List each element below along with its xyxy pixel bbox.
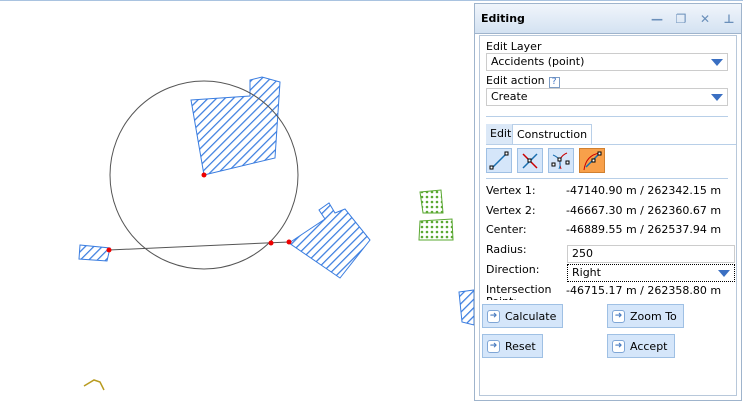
vertex-points <box>106 172 292 253</box>
circle-line-tool-button[interactable] <box>579 148 605 173</box>
pin-icon[interactable]: ⊥ <box>717 12 741 26</box>
reset-button[interactable]: ➜ Reset <box>482 334 543 358</box>
line-tool-button[interactable] <box>486 148 512 173</box>
intersection-row: Intersection Point: -46715.17 m / 262358.… <box>486 284 736 300</box>
edit-layer-label: Edit Layer <box>486 40 542 53</box>
chevron-down-icon <box>711 94 723 101</box>
line-icon <box>489 151 509 170</box>
arc-intersection-icon <box>551 152 570 170</box>
intersection-label: Intersection Point: <box>486 284 552 300</box>
divider <box>486 178 728 179</box>
tab-edit[interactable]: Edit <box>486 124 516 144</box>
zoom-to-button[interactable]: ➜ Zoom To <box>607 304 684 328</box>
edit-action-label-row: Edit action? <box>486 74 560 88</box>
direction-row: Direction: Right <box>486 263 736 283</box>
calculate-button[interactable]: ➜ Calculate <box>482 304 564 328</box>
arc-intersect-tool-button[interactable] <box>548 148 574 173</box>
direction-label: Direction: <box>486 263 540 276</box>
restore-icon[interactable]: ❐ <box>669 12 693 26</box>
divider <box>486 116 728 117</box>
editing-panel: Editing — ❐ ✕ ⊥ Edit Layer Accidents (po… <box>474 3 742 401</box>
arrow-right-icon: ➜ <box>487 339 500 353</box>
chevron-down-icon <box>711 59 723 66</box>
help-icon[interactable]: ? <box>548 77 560 88</box>
center-value: -46889.55 m / 262537.94 m <box>566 223 722 236</box>
direction-select[interactable]: Right <box>567 264 735 282</box>
edit-layer-select[interactable]: Accidents (point) <box>486 53 728 71</box>
radius-input[interactable]: 250 <box>567 245 735 263</box>
edit-action-select[interactable]: Create <box>486 88 728 106</box>
tab-underline <box>486 144 736 145</box>
reset-label: Reset <box>505 339 536 353</box>
accept-label: Accept <box>630 339 668 353</box>
arrow-right-icon: ➜ <box>612 339 625 353</box>
vertex1-value: -47140.90 m / 262342.15 m <box>566 184 722 197</box>
panel-header[interactable]: Editing — ❐ ✕ ⊥ <box>475 4 741 34</box>
intersect-tool-button[interactable] <box>517 148 543 173</box>
panel-title: Editing <box>481 12 525 25</box>
radius-label: Radius: <box>486 243 527 256</box>
vertex2-label: Vertex 2: <box>486 204 536 217</box>
vertex2-value: -46667.30 m / 262360.67 m <box>566 204 722 217</box>
edit-action-value: Create <box>491 90 528 103</box>
calculate-label: Calculate <box>505 309 557 323</box>
vertex1-label: Vertex 1: <box>486 184 536 197</box>
edit-action-label: Edit action <box>486 74 545 87</box>
arrow-right-icon: ➜ <box>612 309 625 323</box>
intersection-value: -46715.17 m / 262358.80 m <box>566 284 722 297</box>
circle-line-icon <box>583 151 602 171</box>
minimize-icon[interactable]: — <box>645 12 669 26</box>
close-icon[interactable]: ✕ <box>693 12 717 26</box>
direction-value: Right <box>572 266 601 279</box>
panel-body: Edit Layer Accidents (point) Edit action… <box>479 35 737 396</box>
intersection-icon <box>522 153 538 169</box>
parcel-polygons <box>78 76 475 391</box>
arrow-right-icon: ➜ <box>487 309 500 323</box>
tab-construction[interactable]: Construction <box>512 124 593 144</box>
chevron-down-icon <box>718 270 730 277</box>
radius-row: Radius: 250 <box>486 243 736 263</box>
top-border <box>0 0 743 1</box>
accept-button[interactable]: ➜ Accept <box>607 334 675 358</box>
center-label: Center: <box>486 223 527 236</box>
zoom-to-label: Zoom To <box>630 309 677 323</box>
edit-layer-value: Accidents (point) <box>491 55 585 68</box>
